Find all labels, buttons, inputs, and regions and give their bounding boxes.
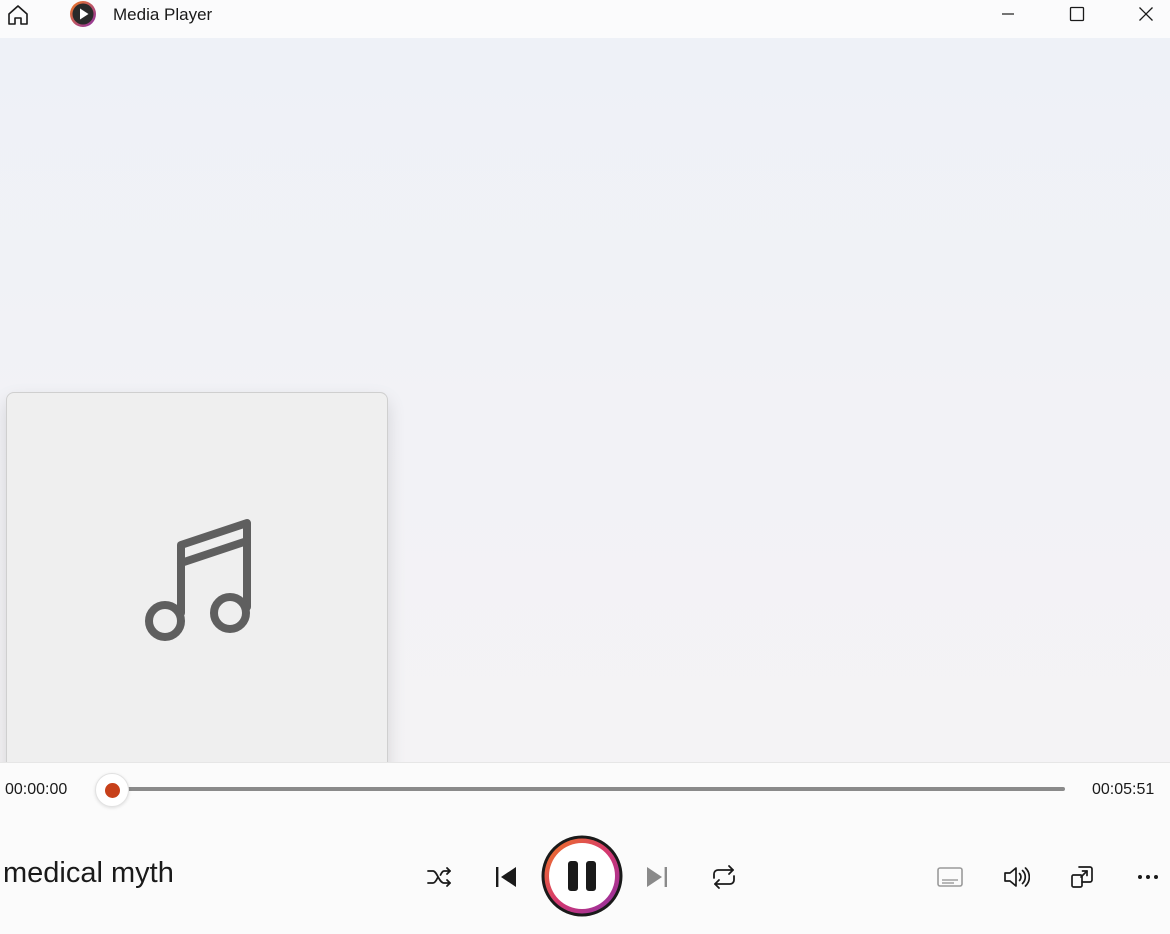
album-art	[6, 392, 388, 775]
shuffle-icon	[427, 867, 451, 887]
minimize-icon	[1002, 13, 1014, 15]
shuffle-button[interactable]	[420, 858, 458, 896]
volume-icon	[1004, 867, 1030, 887]
previous-icon	[496, 867, 516, 887]
total-time: 00:05:51	[1092, 781, 1155, 798]
app-title: Media Player	[113, 5, 213, 24]
home-button[interactable]	[4, 2, 32, 28]
now-playing-area	[0, 38, 1170, 775]
seek-bar[interactable]	[112, 787, 1065, 791]
minimize-button[interactable]	[985, 0, 1031, 28]
maximize-icon	[1069, 6, 1085, 22]
seek-thumb-dot	[104, 782, 120, 798]
next-button[interactable]	[638, 858, 676, 896]
home-icon	[8, 5, 28, 25]
player-controls: 00:00:00 00:05:51 medical myth	[0, 762, 1170, 934]
close-icon	[1139, 7, 1153, 21]
subtitles-icon	[937, 867, 963, 887]
music-note-icon	[145, 519, 251, 641]
more-icon	[1138, 875, 1158, 879]
repeat-icon	[713, 865, 735, 889]
track-title: medical myth	[3, 857, 174, 889]
app-logo-icon	[70, 1, 96, 27]
more-options-button[interactable]	[1128, 858, 1168, 896]
seek-thumb[interactable]	[95, 773, 129, 807]
current-time: 00:00:00	[5, 781, 68, 798]
volume-button[interactable]	[996, 858, 1036, 896]
previous-button[interactable]	[487, 858, 525, 896]
miniplayer-button[interactable]	[1062, 858, 1102, 896]
maximize-button[interactable]	[1054, 0, 1100, 28]
close-button[interactable]	[1123, 0, 1169, 28]
repeat-button[interactable]	[705, 858, 743, 896]
miniplayer-icon	[1071, 866, 1093, 888]
play-pause-button[interactable]	[540, 834, 624, 918]
next-icon	[647, 867, 667, 887]
pause-icon	[541, 835, 623, 917]
subtitles-button[interactable]	[930, 858, 970, 896]
title-bar: Media Player	[0, 0, 1170, 38]
